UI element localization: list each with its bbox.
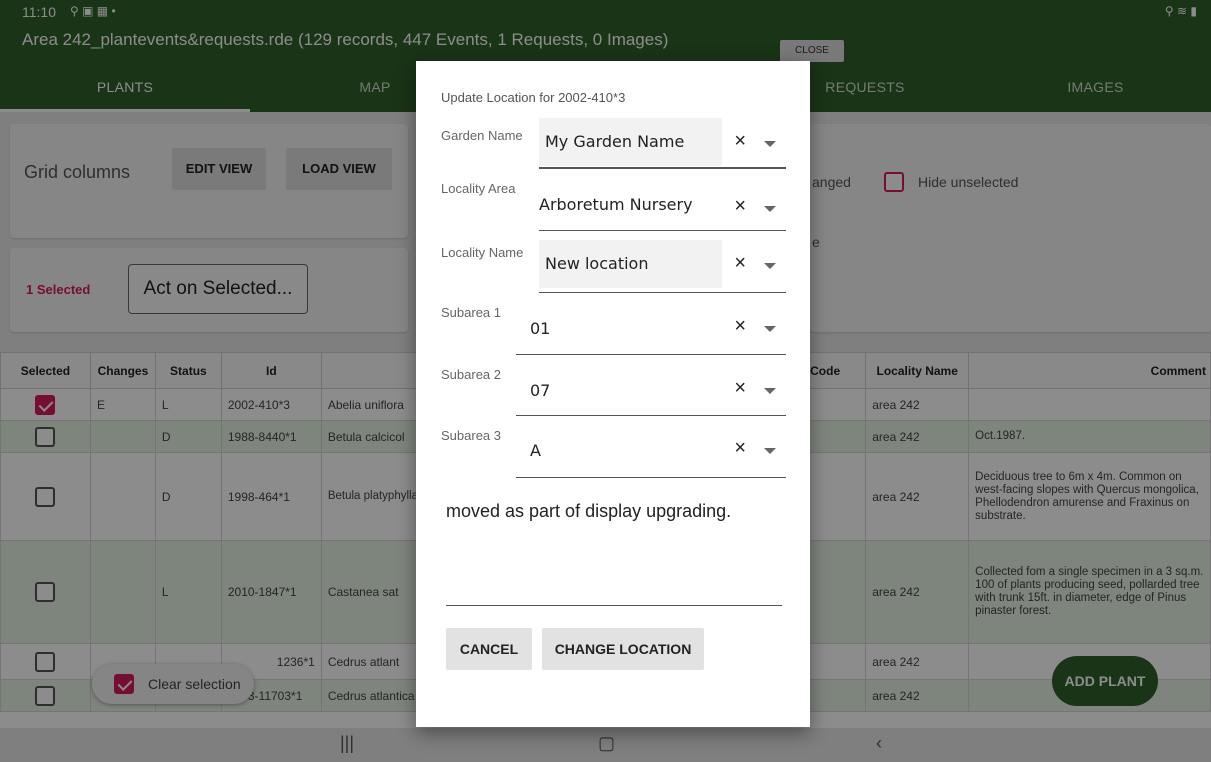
garden-name-value[interactable]: My Garden Name (539, 118, 722, 166)
subarea-2-combo[interactable]: 07 × (516, 361, 786, 416)
note-underline (446, 605, 782, 606)
cancel-button[interactable]: CANCEL (446, 628, 532, 670)
subarea-1-dropdown-icon[interactable] (764, 326, 776, 332)
locality-area-label: Locality Area (441, 181, 516, 196)
garden-name-clear-icon[interactable]: × (734, 130, 746, 153)
subarea-1-label: Subarea 1 (441, 305, 501, 320)
subarea-2-value[interactable]: 07 (516, 367, 550, 415)
subarea-3-dropdown-icon[interactable] (764, 448, 776, 454)
change-location-button[interactable]: CHANGE LOCATION (542, 628, 704, 670)
garden-name-combo[interactable]: My Garden Name × (539, 114, 786, 168)
update-location-dialog: Update Location for 2002-410*3 Garden Na… (416, 61, 810, 727)
subarea-1-combo[interactable]: 01 × (516, 301, 786, 355)
location-note-text[interactable]: moved as part of display upgrading. (446, 501, 731, 522)
locality-name-dropdown-icon[interactable] (764, 263, 776, 269)
subarea-2-dropdown-icon[interactable] (764, 388, 776, 394)
locality-name-clear-icon[interactable]: × (734, 252, 746, 275)
dialog-title: Update Location for 2002-410*3 (441, 90, 626, 105)
locality-name-combo[interactable]: New location × (539, 240, 786, 293)
subarea-3-value[interactable]: A (516, 427, 541, 475)
subarea-3-label: Subarea 3 (441, 428, 501, 443)
locality-area-dropdown-icon[interactable] (764, 206, 776, 212)
subarea-3-combo[interactable]: A × (516, 423, 786, 478)
subarea-1-value[interactable]: 01 (516, 305, 550, 353)
locality-area-value[interactable]: Arboretum Nursery (539, 181, 693, 229)
subarea-1-clear-icon[interactable]: × (734, 315, 746, 338)
subarea-2-clear-icon[interactable]: × (734, 377, 746, 400)
garden-name-label: Garden Name (441, 128, 523, 143)
locality-name-label: Locality Name (441, 245, 524, 260)
subarea-3-clear-icon[interactable]: × (734, 437, 746, 460)
garden-name-dropdown-icon[interactable] (764, 141, 776, 147)
subarea-2-label: Subarea 2 (441, 367, 501, 382)
locality-area-combo[interactable]: Arboretum Nursery × (539, 168, 786, 231)
locality-area-clear-icon[interactable]: × (734, 195, 746, 218)
locality-name-value[interactable]: New location (539, 240, 722, 288)
